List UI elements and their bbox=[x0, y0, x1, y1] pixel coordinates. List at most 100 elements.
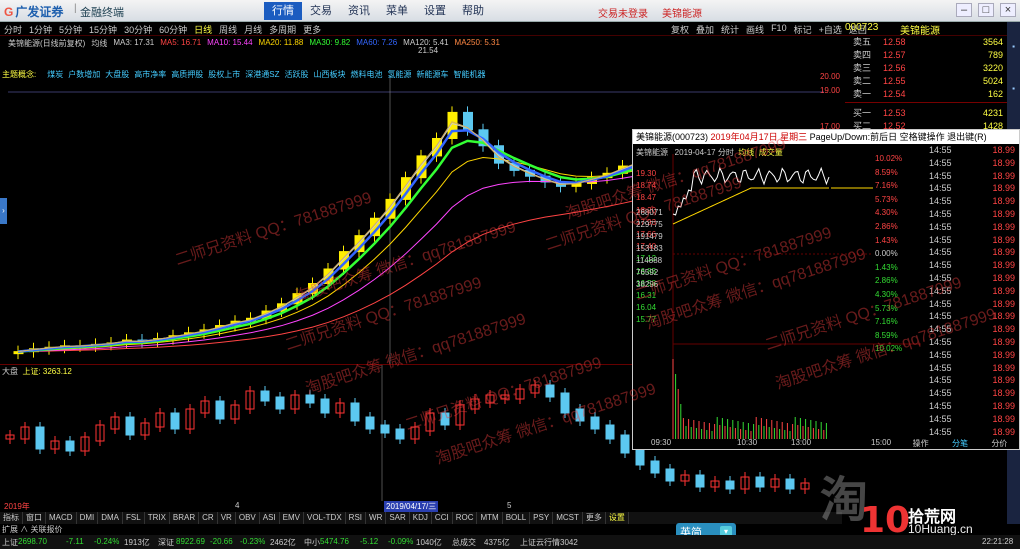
concept-tag-9[interactable]: 燃料电池 bbox=[350, 69, 382, 80]
indicator-tab-25[interactable]: 设置 bbox=[606, 512, 629, 524]
chart-tool-4[interactable]: F10 bbox=[771, 23, 787, 36]
indicator-tab-9[interactable]: VR bbox=[218, 512, 236, 524]
indicator-tab-12[interactable]: EMV bbox=[280, 512, 304, 524]
tick-price: 18.99 bbox=[992, 388, 1015, 399]
current-stock-link[interactable]: 美锦能源 bbox=[662, 5, 702, 20]
tool-strip-icon-0[interactable]: ▪ bbox=[1008, 42, 1019, 53]
concept-tag-8[interactable]: 山西板块 bbox=[313, 69, 345, 80]
menu-item-1[interactable]: 交易 bbox=[302, 2, 340, 20]
indicator-tab-5[interactable]: FSL bbox=[123, 512, 145, 524]
menu-item-4[interactable]: 设置 bbox=[416, 2, 454, 20]
indicator-tab-13[interactable]: VOL-TDX bbox=[304, 512, 346, 524]
indicator-tab-24[interactable]: 更多 bbox=[583, 512, 606, 524]
period-tab-9[interactable]: 多周期 bbox=[269, 23, 296, 36]
period-tab-8[interactable]: 月线 bbox=[244, 23, 262, 36]
popup-tab-2[interactable]: 分价 bbox=[980, 438, 1019, 449]
concept-tag-12[interactable]: 智能机器 bbox=[453, 69, 485, 80]
left-panel-toggle-icon[interactable]: › bbox=[0, 198, 7, 224]
indicator-tab-8[interactable]: CR bbox=[199, 512, 218, 524]
sh-change: -7.11 bbox=[66, 537, 84, 546]
chart-tool-3[interactable]: 画线 bbox=[746, 23, 764, 36]
indicator-tab-1[interactable]: 窗口 bbox=[23, 512, 46, 524]
period-tab-1[interactable]: 1分钟 bbox=[29, 23, 52, 36]
concept-tag-2[interactable]: 大盘股 bbox=[105, 69, 129, 80]
indicator-tab-16[interactable]: SAR bbox=[386, 512, 410, 524]
menu-item-5[interactable]: 帮助 bbox=[454, 2, 492, 20]
date-cursor: 2019/04/17/三 bbox=[384, 501, 439, 512]
indicator-tab-20[interactable]: MTM bbox=[477, 512, 503, 524]
menu-item-0[interactable]: 行情 bbox=[264, 2, 302, 20]
period-tab-10[interactable]: 更多 bbox=[303, 23, 321, 36]
popup-tab-1[interactable]: 分笔 bbox=[940, 438, 979, 449]
indicator-tab-4[interactable]: DMA bbox=[98, 512, 124, 524]
chart-tool-1[interactable]: 叠加 bbox=[696, 23, 714, 36]
indicator-tab-21[interactable]: BOLL bbox=[503, 512, 531, 524]
period-tab-7[interactable]: 周线 bbox=[219, 23, 237, 36]
indicator-tab-22[interactable]: PSY bbox=[530, 512, 554, 524]
indicator-tab-14[interactable]: RSI bbox=[346, 512, 367, 524]
indicator-tab-10[interactable]: OBV bbox=[236, 512, 260, 524]
tick-time: 14:55 bbox=[929, 260, 952, 271]
tool-strip-icon-1[interactable]: ▪ bbox=[1008, 84, 1019, 95]
sh-amount: 1913亿 bbox=[124, 538, 150, 547]
index-candle bbox=[350, 402, 360, 422]
book-level: 卖三 bbox=[853, 63, 872, 73]
minimize-icon[interactable]: – bbox=[956, 3, 972, 17]
concept-tag-0[interactable]: 煤炭 bbox=[47, 69, 63, 80]
indicator-tab-0[interactable]: 指标 bbox=[0, 512, 23, 524]
index-candle bbox=[620, 434, 630, 454]
status-bar: 上证 2698.70 -7.11 -0.24% 1913亿 深证 8922.69… bbox=[0, 535, 1020, 549]
sh-value: 2698.70 bbox=[18, 537, 47, 546]
menu-item-3[interactable]: 菜单 bbox=[378, 2, 416, 20]
sh-label: 上证 bbox=[2, 538, 18, 547]
chart-tool-0[interactable]: 复权 bbox=[671, 23, 689, 36]
indicator-tab-19[interactable]: ROC bbox=[453, 512, 478, 524]
concept-tag-4[interactable]: 高质押股 bbox=[171, 69, 203, 80]
book-row: 卖四 12.57 789 bbox=[845, 49, 1007, 62]
index-candle bbox=[590, 416, 600, 430]
indicator-tab-3[interactable]: DMI bbox=[77, 512, 99, 524]
index-candle bbox=[395, 428, 405, 440]
maximize-icon[interactable]: □ bbox=[978, 3, 994, 17]
login-status-link[interactable]: 交易未登录 bbox=[598, 5, 648, 20]
indicator-tab-11[interactable]: ASI bbox=[260, 512, 280, 524]
concept-tag-6[interactable]: 深港通SZ bbox=[245, 69, 279, 80]
order-book: 卖五 12.58 3564 卖四 12.57 789 卖三 12.56 3220 卖二 12.55 5… bbox=[845, 36, 1007, 132]
popup-tab-0[interactable]: 操作 bbox=[901, 438, 940, 449]
period-tab-4[interactable]: 30分钟 bbox=[124, 23, 152, 36]
indicator-tab-23[interactable]: MCST bbox=[553, 512, 583, 524]
tick-time: 14:55 bbox=[929, 196, 952, 207]
period-tab-6[interactable]: 日线 bbox=[194, 23, 212, 36]
indicator-tab-15[interactable]: WR bbox=[366, 512, 387, 524]
period-tab-2[interactable]: 5分钟 bbox=[59, 23, 82, 36]
book-price: 12.56 bbox=[883, 63, 906, 73]
book-level: 卖一 bbox=[853, 89, 872, 99]
indicator-tab-17[interactable]: KDJ bbox=[410, 512, 432, 524]
indicator-tab-2[interactable]: MACD bbox=[46, 512, 77, 524]
book-level: 卖二 bbox=[853, 76, 872, 86]
cloud-quote[interactable]: 上证云行情3042 bbox=[520, 537, 578, 548]
total-value: 4375亿 bbox=[484, 538, 510, 547]
concept-tag-10[interactable]: 氢能源 bbox=[387, 69, 411, 80]
ma-legend-6: MA30: 9.82 bbox=[309, 38, 351, 47]
menu-item-2[interactable]: 资讯 bbox=[340, 2, 378, 20]
popup-right-axis: 8.59% bbox=[875, 330, 898, 340]
tick-price: 18.99 bbox=[992, 349, 1015, 360]
indicator-tab-6[interactable]: TRIX bbox=[145, 512, 170, 524]
concept-tag-1[interactable]: 户数增加 bbox=[68, 69, 100, 80]
indicator-tab-18[interactable]: CCI bbox=[432, 512, 453, 524]
popup-time-3: 15:00 bbox=[871, 438, 892, 447]
chart-tool-5[interactable]: 标记 bbox=[794, 23, 812, 36]
chart-tool-6[interactable]: +自选 bbox=[819, 23, 842, 36]
period-tab-0[interactable]: 分时 bbox=[4, 23, 22, 36]
period-tab-3[interactable]: 15分钟 bbox=[89, 23, 117, 36]
ma-line-3 bbox=[17, 139, 648, 353]
chart-tool-2[interactable]: 统计 bbox=[721, 23, 739, 36]
concept-tag-11[interactable]: 新能源车 bbox=[416, 69, 448, 80]
close-icon[interactable]: × bbox=[1000, 3, 1016, 17]
concept-tag-5[interactable]: 股权上市 bbox=[208, 69, 240, 80]
indicator-tab-7[interactable]: BRAR bbox=[170, 512, 200, 524]
concept-tag-3[interactable]: 高市净率 bbox=[134, 69, 166, 80]
concept-tag-7[interactable]: 活跃股 bbox=[284, 69, 308, 80]
period-tab-5[interactable]: 60分钟 bbox=[159, 23, 187, 36]
